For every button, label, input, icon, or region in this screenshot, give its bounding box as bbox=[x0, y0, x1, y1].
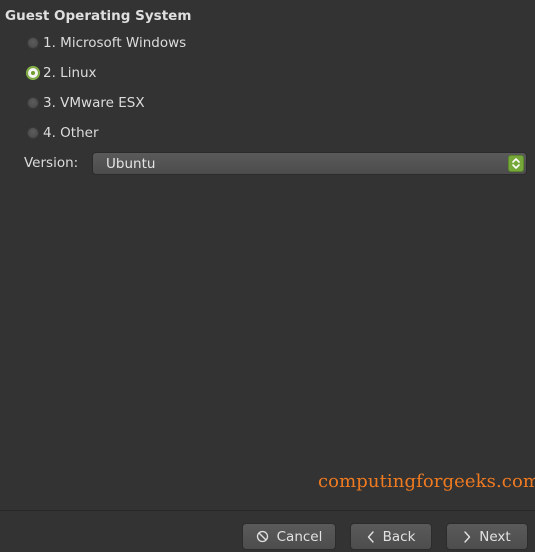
chevron-left-icon bbox=[367, 530, 375, 543]
up-down-arrows-icon[interactable] bbox=[508, 155, 524, 172]
chevron-right-icon bbox=[463, 530, 471, 543]
back-button[interactable]: Back bbox=[350, 523, 432, 550]
radio-label: 2. Linux bbox=[43, 65, 97, 81]
radio-option-vmware-esx[interactable]: 3. VMware ESX bbox=[27, 93, 145, 113]
radio-label: 3. VMware ESX bbox=[43, 95, 145, 111]
version-label: Version: bbox=[24, 155, 79, 171]
cancel-button-label: Cancel bbox=[276, 528, 323, 545]
footer-divider bbox=[0, 510, 535, 511]
back-button-label: Back bbox=[382, 528, 416, 545]
radio-label: 1. Microsoft Windows bbox=[43, 35, 187, 51]
version-select-value: Ubuntu bbox=[106, 155, 156, 172]
radio-option-linux[interactable]: 2. Linux bbox=[27, 63, 97, 83]
cancel-icon bbox=[256, 530, 269, 543]
radio-label: 4. Other bbox=[43, 125, 99, 141]
radio-button[interactable] bbox=[27, 97, 39, 109]
radio-button-checked[interactable] bbox=[27, 67, 39, 79]
radio-button[interactable] bbox=[27, 37, 39, 49]
next-button[interactable]: Next bbox=[446, 523, 528, 550]
radio-option-windows[interactable]: 1. Microsoft Windows bbox=[27, 33, 186, 53]
radio-option-other[interactable]: 4. Other bbox=[27, 123, 99, 143]
section-title: Guest Operating System bbox=[5, 8, 192, 24]
version-select[interactable]: Ubuntu bbox=[92, 152, 527, 175]
watermark-text: computingforgeeks.com bbox=[318, 471, 535, 492]
wizard-page: Guest Operating System 1. Microsoft Wind… bbox=[0, 0, 535, 552]
cancel-button[interactable]: Cancel bbox=[242, 523, 336, 550]
radio-button[interactable] bbox=[27, 127, 39, 139]
next-button-label: Next bbox=[479, 528, 511, 545]
